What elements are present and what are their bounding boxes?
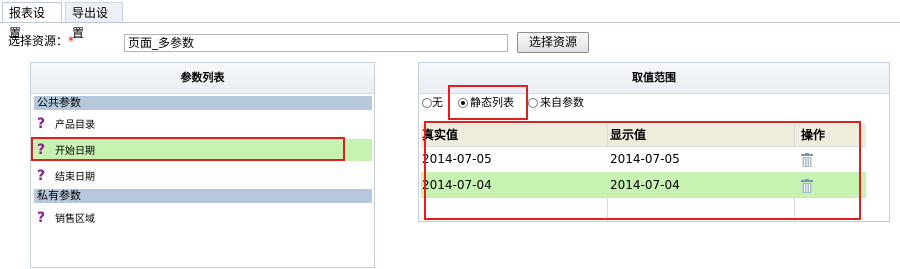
tab-report-settings[interactable]: 报表设置 xyxy=(2,2,62,40)
cell-real-value[interactable]: 2014-07-05 xyxy=(421,146,607,172)
cell-real-value-empty[interactable] xyxy=(421,198,607,221)
radio-icon[interactable] xyxy=(528,98,538,108)
option-static-list-label: 静态列表 xyxy=(470,96,514,109)
param-item-label: 产品目录 xyxy=(55,120,95,131)
resource-label-text: 选择资源： xyxy=(8,34,69,48)
question-icon: ? xyxy=(37,168,46,184)
required-mark: * xyxy=(68,34,75,48)
table-row[interactable]: 2014-07-05 2014-07-05 xyxy=(421,146,866,172)
cell-display-value[interactable]: 2014-07-05 xyxy=(607,146,794,172)
private-params-group-header: 私有参数 xyxy=(34,189,372,203)
param-item-sales-region[interactable]: ? 销售区域 xyxy=(34,207,372,229)
cell-action xyxy=(794,172,866,198)
option-none-label: 无 xyxy=(432,96,443,109)
param-item-label: 销售区域 xyxy=(55,214,95,225)
cell-real-value[interactable]: 2014-07-04 xyxy=(421,172,607,198)
question-icon: ? xyxy=(37,142,46,158)
option-static-list[interactable]: 静态列表 xyxy=(458,94,514,112)
tab-bar: 报表设置 导出设置 xyxy=(0,0,900,40)
param-item-label: 结束日期 xyxy=(55,172,95,183)
cell-action xyxy=(794,146,866,172)
option-none[interactable]: 无 xyxy=(422,94,443,112)
radio-icon[interactable] xyxy=(458,98,468,108)
resource-input[interactable]: 页面_多参数 xyxy=(124,34,508,52)
resource-label: 选择资源：* xyxy=(8,32,74,49)
param-item-label: 开始日期 xyxy=(55,146,95,157)
trash-icon[interactable] xyxy=(801,152,813,167)
param-item-start-date[interactable]: ? 开始日期 xyxy=(34,139,372,161)
tab-export-settings[interactable]: 导出设置 xyxy=(65,2,123,40)
cell-display-value[interactable]: 2014-07-04 xyxy=(607,172,794,198)
question-icon: ? xyxy=(37,116,46,132)
option-from-param-label: 来自参数 xyxy=(540,96,584,109)
param-item-end-date[interactable]: ? 结束日期 xyxy=(34,165,372,187)
cell-action-empty xyxy=(794,198,866,221)
values-table-header: 真实值 显示值 操作 xyxy=(421,124,866,147)
col-header-display-value: 显示值 xyxy=(607,124,794,146)
trash-icon[interactable] xyxy=(801,178,813,193)
col-header-action: 操作 xyxy=(794,124,866,146)
param-list-title: 参数列表 xyxy=(31,63,374,94)
value-range-title: 取值范围 xyxy=(419,63,889,94)
table-empty-row[interactable] xyxy=(421,197,866,221)
option-from-param[interactable]: 来自参数 xyxy=(528,94,584,112)
public-params-group-header: 公共参数 xyxy=(34,96,372,110)
cell-display-value-empty[interactable] xyxy=(607,198,794,221)
radio-icon[interactable] xyxy=(422,98,432,108)
param-item-product-catalog[interactable]: ? 产品目录 xyxy=(34,113,372,135)
col-header-real-value: 真实值 xyxy=(422,128,459,142)
question-icon: ? xyxy=(37,210,46,226)
table-row[interactable]: 2014-07-04 2014-07-04 xyxy=(421,172,866,198)
select-resource-button[interactable]: 选择资源 xyxy=(517,32,589,53)
param-list-panel: 参数列表 公共参数 ? 产品目录 ? 开始日期 ? 结束日期 私有参数 ? 销售区域 xyxy=(30,62,375,268)
